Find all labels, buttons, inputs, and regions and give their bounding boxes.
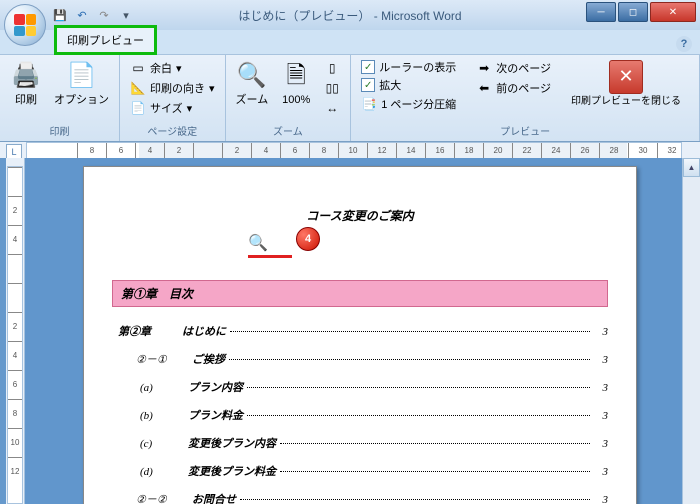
shrink-icon: 📑 [361,96,377,112]
zoom-button[interactable]: 🔍 ズーム [232,58,273,109]
magnifier-cursor-icon: 🔍 [248,235,268,252]
group-page-setup: ▭余白 ▾ 📐印刷の向き ▾ 📄サイズ ▾ ページ設定 [120,55,226,141]
page-width-icon: ↔ [324,100,340,116]
toc-row: (d)変更後プラン料金3 [112,457,608,485]
page: コース変更のご案内 🔍 4 第①章 目次 第②章はじめに3②－①ご挨拶3(a)プ… [83,166,637,504]
two-page-button[interactable]: ▯▯ [320,78,344,98]
ribbon: 🖨️ 印刷 📄 オプション 印刷 ▭余白 ▾ 📐印刷の向き ▾ 📄サイズ ▾ ペ… [0,54,700,142]
group-zoom: 🔍 ズーム 🗎 100% ▯ ▯▯ ↔ ズーム [226,55,352,141]
next-icon: ➡ [476,60,492,76]
toc-title: 第①章 目次 [112,280,608,307]
close-preview-label: 印刷プレビューを閉じる [571,96,681,108]
toc-row: ②－①ご挨拶3 [112,345,608,373]
redo-icon[interactable]: ↷ [96,7,112,23]
zoom-100-label: 100% [282,94,310,107]
doc-heading: コース変更のご案内 [112,207,608,224]
toc-row: (c)変更後プラン内容3 [112,429,608,457]
page-icon: 🗎 [280,60,312,92]
printer-icon: 🖨️ [10,60,42,92]
vertical-ruler[interactable]: 2424681012 [6,158,25,504]
tab-print-preview[interactable]: 印刷プレビュー [54,25,157,55]
options-label: オプション [54,94,109,107]
window-title: はじめに（プレビュー） - Microsoft Word [238,7,461,24]
toc-row: (b)プラン料金3 [112,401,608,429]
print-button[interactable]: 🖨️ 印刷 [6,58,46,109]
group-page-label: ページ設定 [126,121,219,138]
prev-page-button[interactable]: ⬅前のページ [472,78,555,98]
shrink-button[interactable]: 📑1 ページ分圧縮 [357,94,460,114]
save-icon[interactable]: 💾 [52,7,68,23]
ruler-checkbox[interactable]: ✓ルーラーの表示 [357,58,460,76]
vertical-scrollbar[interactable]: ▲ [682,158,700,504]
help-button[interactable]: ? [676,36,692,52]
print-label: 印刷 [15,94,37,107]
margins-button[interactable]: ▭余白 ▾ [126,58,219,78]
margins-icon: ▭ [130,60,146,76]
checkbox-icon: ✓ [361,60,375,74]
next-page-button[interactable]: ➡次のページ [472,58,555,78]
orientation-icon: 📐 [130,80,146,96]
window-controls: ─ ◻ ✕ [586,2,696,22]
quick-access-toolbar: 💾 ↶ ↷ ▾ [52,7,134,23]
maximize-button[interactable]: ◻ [618,2,648,22]
scroll-up-button[interactable]: ▲ [683,158,700,177]
callout-badge: 4 [296,227,320,251]
zoom-100-button[interactable]: 🗎 100% [276,58,316,109]
two-page-icon: ▯▯ [324,80,340,96]
minimize-button[interactable]: ─ [586,2,616,22]
group-preview: ✓ルーラーの表示 ✓拡大 📑1 ページ分圧縮 ➡次のページ ⬅前のページ ✕ 印… [351,55,700,141]
options-button[interactable]: 📄 オプション [50,58,113,109]
zoom-icon: 🔍 [236,60,268,92]
office-button[interactable] [4,4,46,46]
group-print: 🖨️ 印刷 📄 オプション 印刷 [0,55,120,141]
page-width-button[interactable]: ↔ [320,98,344,118]
group-preview-label: プレビュー [357,121,693,138]
zoom-label: ズーム [236,94,269,107]
qat-more-icon[interactable]: ▾ [118,7,134,23]
toc-row: 第②章はじめに3 [112,317,608,345]
close-preview-button[interactable]: ✕ 印刷プレビューを閉じる [567,58,685,110]
group-print-label: 印刷 [6,121,113,138]
toc-row: (a)プラン内容3 [112,373,608,401]
toc-row: ②－②お問合せ3 [112,485,608,504]
one-page-button[interactable]: ▯ [320,58,344,78]
orientation-button[interactable]: 📐印刷の向き ▾ [126,78,219,98]
size-icon: 📄 [130,100,146,116]
callout-line [248,255,292,258]
size-button[interactable]: 📄サイズ ▾ [126,98,219,118]
checkbox-icon: ✓ [361,78,375,92]
group-zoom-label: ズーム [232,121,345,138]
undo-icon[interactable]: ↶ [74,7,90,23]
close-button[interactable]: ✕ [650,2,696,22]
ribbon-tabs: 印刷プレビュー [0,30,700,54]
prev-icon: ⬅ [476,80,492,96]
toc-list: 第②章はじめに3②－①ご挨拶3(a)プラン内容3(b)プラン料金3(c)変更後プ… [112,317,608,504]
magnify-checkbox[interactable]: ✓拡大 [357,76,460,94]
office-logo-icon [14,14,36,36]
close-preview-icon: ✕ [609,60,643,94]
callout: 🔍 4 [248,233,292,258]
document-area: 2424681012 コース変更のご案内 🔍 4 第①章 目次 第②章はじめに3… [0,158,700,504]
one-page-icon: ▯ [324,60,340,76]
document-canvas[interactable]: コース変更のご案内 🔍 4 第①章 目次 第②章はじめに3②－①ご挨拶3(a)プ… [25,158,700,504]
options-icon: 📄 [66,60,98,92]
app-window: 💾 ↶ ↷ ▾ はじめに（プレビュー） - Microsoft Word ─ ◻… [0,0,700,504]
